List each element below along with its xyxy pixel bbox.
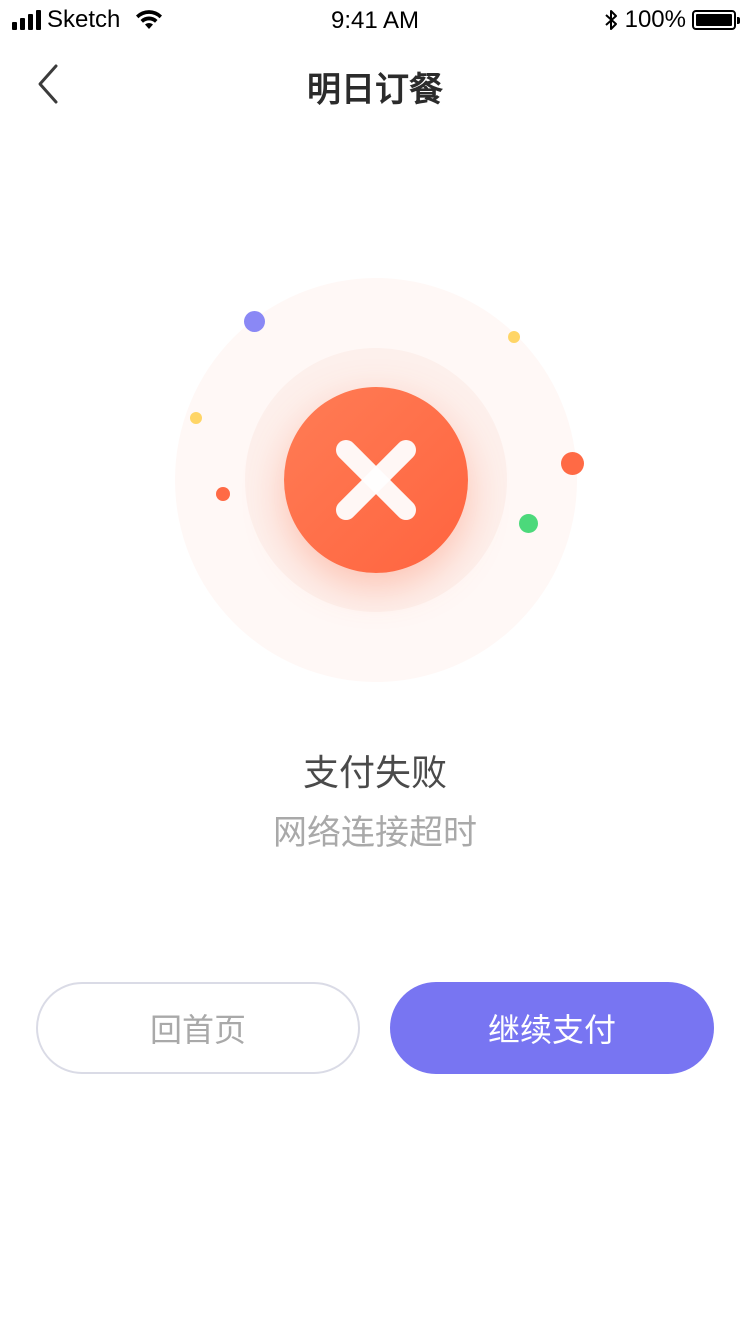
decor-dot-orange-left — [216, 487, 230, 501]
bluetooth-icon — [604, 10, 617, 30]
decor-dot-orange-right — [561, 452, 584, 475]
continue-payment-button[interactable]: 继续支付 — [390, 982, 714, 1074]
error-badge — [284, 387, 468, 573]
close-icon — [336, 440, 416, 520]
nav-bar: 明日订餐 — [0, 40, 750, 128]
result-title: 支付失败 — [302, 752, 447, 793]
battery-percent: 100% — [624, 6, 686, 33]
status-right: 100% — [603, 6, 740, 34]
decor-dot-yellow-left — [190, 412, 202, 424]
page-title: 明日订餐 — [307, 71, 443, 109]
decor-dot-green — [519, 514, 538, 533]
page: Sketch 9:41 AM 100% 明日订餐 支付失败 网络连接超时 回首页… — [0, 0, 750, 1334]
back-home-button[interactable]: 回首页 — [36, 982, 360, 1074]
decor-dot-yellow-right — [508, 331, 520, 343]
decor-dot-purple — [244, 311, 265, 332]
result-subtitle: 网络连接超时 — [273, 814, 477, 852]
status-bar: Sketch 9:41 AM 100% — [0, 0, 750, 40]
battery-icon — [692, 10, 740, 30]
